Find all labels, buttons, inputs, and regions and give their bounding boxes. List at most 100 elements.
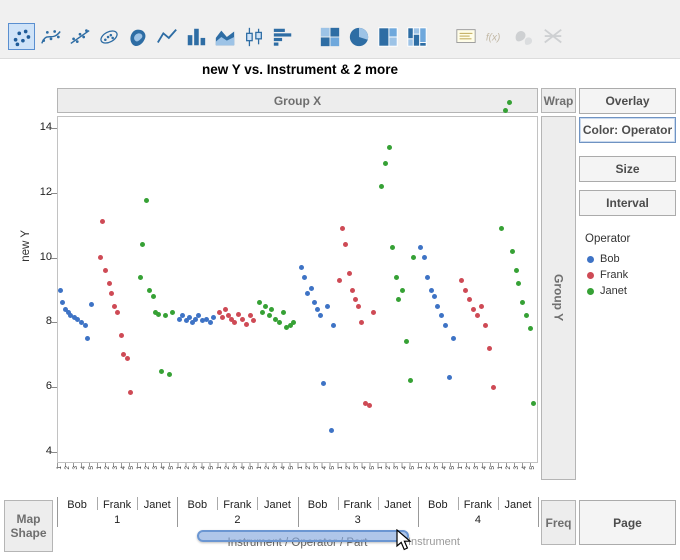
part-tick-label: 5 — [169, 466, 176, 470]
map-shape-zone[interactable]: Map Shape — [4, 500, 53, 552]
operator-tick-label: Janet — [498, 499, 538, 511]
part-tick-label: 2 — [466, 466, 473, 470]
element-type-toolbar: f(x) — [0, 0, 680, 59]
part-tick-label: 4 — [281, 466, 288, 470]
legend-item-label: Janet — [600, 285, 627, 297]
parallel-icon[interactable] — [539, 23, 566, 50]
part-tick-label: 5 — [450, 466, 457, 470]
part-tick-label: 5 — [289, 466, 296, 470]
operator-tick-label: Bob — [298, 499, 338, 511]
instrument-tick-label: 4 — [418, 514, 538, 526]
page-button[interactable]: Page — [579, 500, 676, 545]
part-tick-label: 2 — [265, 466, 272, 470]
operator-tick-label: Bob — [177, 499, 217, 511]
operator-boundary-tick — [338, 497, 339, 510]
operator-tick-label: Frank — [338, 499, 378, 511]
heatmap-icon[interactable] — [316, 23, 343, 50]
axis-nest-slider[interactable] — [197, 530, 409, 542]
part-tick-label: 2 — [65, 466, 72, 470]
part-tick-label: 4 — [161, 466, 168, 470]
part-tick-label: 5 — [490, 466, 497, 470]
operator-tick-label: Frank — [217, 499, 257, 511]
operator-boundary-tick — [137, 497, 138, 510]
instrument-boundary-tick — [57, 497, 58, 527]
y-tick-label: 4 — [28, 445, 52, 457]
legend-swatch-icon — [587, 272, 594, 279]
overlay-button[interactable]: Overlay — [579, 88, 676, 114]
size-button[interactable]: Size — [579, 156, 676, 182]
plot-area[interactable] — [57, 116, 538, 463]
part-tick-label: 5 — [89, 466, 96, 470]
area-icon[interactable] — [211, 23, 238, 50]
formula-icon[interactable]: f(x) — [481, 23, 508, 50]
part-tick-label: 1 — [257, 466, 264, 470]
mosaic-icon[interactable] — [403, 23, 430, 50]
contour-icon[interactable] — [124, 23, 151, 50]
interval-button[interactable]: Interval — [579, 190, 676, 216]
freq-zone[interactable]: Freq — [541, 500, 576, 545]
map-shapes-icon[interactable] — [510, 23, 537, 50]
svg-text:f(x): f(x) — [485, 32, 500, 43]
legend-title: Operator — [585, 233, 630, 245]
legend-item-janet[interactable]: Janet — [587, 284, 627, 298]
part-tick-label: 2 — [346, 466, 353, 470]
part-tick-label: 3 — [193, 466, 200, 470]
wrap-zone[interactable]: Wrap — [541, 88, 576, 113]
operator-boundary-tick — [498, 497, 499, 510]
legend-swatch-icon — [587, 288, 594, 295]
treemap-icon[interactable] — [374, 23, 401, 50]
operator-tick-label: Frank — [97, 499, 137, 511]
y-tick-label: 6 — [28, 380, 52, 392]
part-tick-label: 4 — [522, 466, 529, 470]
part-tick-label: 2 — [185, 466, 192, 470]
part-tick-label: 4 — [442, 466, 449, 470]
smoother-icon[interactable] — [37, 23, 64, 50]
instrument-boundary-tick — [418, 497, 419, 527]
operator-tick-label: Bob — [418, 499, 458, 511]
operator-tick-label: Janet — [137, 499, 177, 511]
part-tick-label: 3 — [153, 466, 160, 470]
pie-icon[interactable] — [345, 23, 372, 50]
part-tick-label: 1 — [378, 466, 385, 470]
legend-item-frank[interactable]: Frank — [587, 268, 628, 282]
histogram-icon[interactable] — [269, 23, 296, 50]
color-button[interactable]: Color: Operator — [579, 117, 676, 143]
part-tick-label: 2 — [386, 466, 393, 470]
part-tick-label: 3 — [273, 466, 280, 470]
box-plot-icon[interactable] — [240, 23, 267, 50]
part-tick-label: 5 — [209, 466, 216, 470]
instrument-tick-label: 2 — [177, 514, 297, 526]
part-tick-label: 3 — [474, 466, 481, 470]
instrument-boundary-tick — [538, 497, 539, 527]
group-x-zone[interactable]: Group X — [57, 88, 538, 113]
group-y-zone[interactable]: Group Y — [541, 116, 576, 480]
part-tick-label: 1 — [498, 466, 505, 470]
part-tick-label: 3 — [113, 466, 120, 470]
part-tick-label: 2 — [105, 466, 112, 470]
part-tick-label: 4 — [121, 466, 128, 470]
part-tick-label: 3 — [514, 466, 521, 470]
part-tick-label: 4 — [81, 466, 88, 470]
part-tick-label: 4 — [201, 466, 208, 470]
line-icon[interactable] — [153, 23, 180, 50]
part-tick-label: 5 — [410, 466, 417, 470]
part-tick-label: 3 — [73, 466, 80, 470]
part-tick-label: 3 — [314, 466, 321, 470]
operator-tick-label: Janet — [257, 499, 297, 511]
points-icon[interactable] — [8, 23, 35, 50]
instrument-boundary-tick — [177, 497, 178, 527]
ellipse-icon[interactable] — [95, 23, 122, 50]
legend-item-bob[interactable]: Bob — [587, 252, 620, 266]
part-tick-label: 3 — [354, 466, 361, 470]
caption-box-icon[interactable] — [452, 23, 479, 50]
bar-icon[interactable] — [182, 23, 209, 50]
line-of-fit-icon[interactable] — [66, 23, 93, 50]
legend-item-label: Frank — [600, 269, 628, 281]
part-tick-label: 3 — [434, 466, 441, 470]
instrument-boundary-tick — [298, 497, 299, 527]
part-tick-label: 5 — [370, 466, 377, 470]
part-tick-label: 1 — [418, 466, 425, 470]
operator-boundary-tick — [458, 497, 459, 510]
part-tick-label: 1 — [338, 466, 345, 470]
part-tick-label: 2 — [506, 466, 513, 470]
